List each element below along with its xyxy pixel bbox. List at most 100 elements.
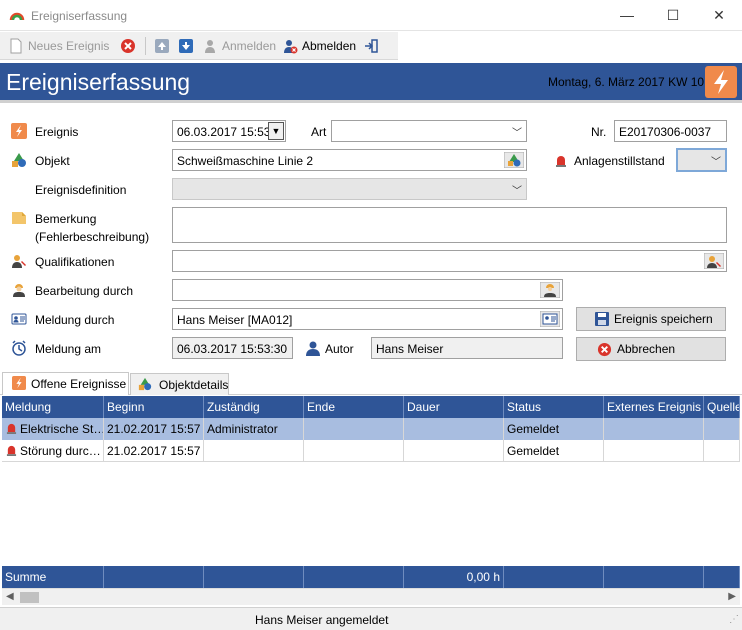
cell-zustaendig <box>204 440 304 462</box>
object-picker-icon[interactable] <box>504 152 524 168</box>
object-shapes-icon <box>138 377 152 391</box>
minimize-button[interactable]: — <box>604 0 650 31</box>
date-picker-icon[interactable]: ▼ <box>268 122 284 140</box>
column-header-beginn[interactable]: Beginn <box>104 396 204 418</box>
arrow-down-icon[interactable] <box>178 38 194 54</box>
object-shapes-icon <box>12 153 26 167</box>
chevron-down-icon: ﹀ <box>711 157 721 168</box>
header-band: Ereigniserfassung Montag, 6. März 2017 K… <box>0 63 742 103</box>
column-header-zustaendig[interactable]: Zuständig <box>204 396 304 418</box>
grid-summary-row: Summe 0,00 h <box>2 566 740 588</box>
cell-quelle <box>704 440 740 462</box>
bemerkung-label: Bemerkung <box>35 212 97 226</box>
user-logout-icon <box>284 40 298 54</box>
window-titlebar: Ereigniserfassung — ☐ ✕ <box>0 0 742 31</box>
delete-icon[interactable] <box>120 38 136 54</box>
resize-grip-icon[interactable]: ⋰ <box>729 614 739 625</box>
bearbeitung-label: Bearbeitung durch <box>35 284 134 298</box>
summary-cell <box>504 566 604 588</box>
nr-value: E20170306-0037 <box>619 125 712 139</box>
toolbar-separator <box>145 37 146 55</box>
lightning-icon <box>12 376 26 390</box>
meldung-am-value: 06.03.2017 15:53:30 <box>177 342 288 356</box>
tab-offene-ereignisse-label: Offene Ereignisse <box>31 377 127 391</box>
new-event-label: Neues Ereignis <box>28 39 110 53</box>
save-event-label: Ereignis speichern <box>614 312 713 326</box>
bearbeitung-field[interactable] <box>172 279 563 301</box>
column-header-status[interactable]: Status <box>504 396 604 418</box>
exit-icon[interactable] <box>363 38 379 54</box>
anlagenstillstand-dropdown[interactable]: ﹀ <box>676 148 727 172</box>
bemerkung-textarea[interactable] <box>172 207 727 243</box>
cell-dauer <box>404 418 504 440</box>
cell-ende <box>304 418 404 440</box>
bemerkung-sublabel: (Fehlerbeschreibung) <box>35 230 150 244</box>
cell-ende <box>304 440 404 462</box>
save-event-button[interactable]: Ereignis speichern <box>576 307 726 331</box>
current-date-label: Montag, 6. März 2017 KW 10 <box>548 75 705 89</box>
cancel-icon <box>597 342 612 357</box>
column-header-meldung[interactable]: Meldung <box>2 396 104 418</box>
autor-value: Hans Meiser <box>376 342 444 356</box>
new-event-button[interactable]: Neues Ereignis <box>8 36 109 56</box>
close-window-button[interactable]: ✕ <box>696 0 742 31</box>
ereignis-datetime-field[interactable]: 06.03.2017 15:53 ▼ <box>172 120 286 142</box>
cell-status: Gemeldet <box>504 440 604 462</box>
cell-meldung: Elektrische St… <box>2 418 104 440</box>
tab-objektdetails[interactable]: Objektdetails <box>130 373 229 395</box>
toolbar: Neues Ereignis Anmelden Abmelden <box>0 32 398 60</box>
summary-cell <box>204 566 304 588</box>
ereignisdefinition-dropdown[interactable]: ﹀ <box>172 178 527 200</box>
cell-dauer <box>404 440 504 462</box>
login-label: Anmelden <box>222 39 277 53</box>
scroll-right-icon[interactable]: ▶ <box>728 591 736 602</box>
user-icon <box>306 341 320 356</box>
chevron-down-icon: ﹀ <box>512 186 522 197</box>
cell-externes-ereignis <box>604 440 704 462</box>
chevron-down-icon: ﹀ <box>512 128 522 139</box>
worker-tools-icon <box>12 255 26 268</box>
lightning-logo-icon <box>705 66 737 98</box>
table-row[interactable]: Störung durc… 21.02.2017 15:57 Gemeldet <box>2 440 740 462</box>
art-dropdown[interactable]: ﹀ <box>331 120 527 142</box>
maximize-button[interactable]: ☐ <box>650 0 696 31</box>
summary-cell <box>704 566 740 588</box>
summary-cell <box>104 566 204 588</box>
worker-picker-icon[interactable] <box>540 282 560 298</box>
cell-externes-ereignis <box>604 418 704 440</box>
cell-beginn: 21.02.2017 15:57 <box>104 440 204 462</box>
logout-button[interactable]: Abmelden <box>282 36 356 56</box>
column-header-externes-ereignis[interactable]: Externes Ereignis <box>604 396 704 418</box>
qualification-picker-icon[interactable] <box>704 253 724 269</box>
cancel-button[interactable]: Abbrechen <box>576 337 726 361</box>
column-header-dauer[interactable]: Dauer <box>404 396 504 418</box>
alarm-light-icon <box>6 423 17 434</box>
scrollbar-thumb[interactable] <box>20 592 39 603</box>
meldung-durch-field[interactable]: Hans Meiser [MA012] <box>172 308 563 330</box>
autor-field[interactable]: Hans Meiser <box>371 337 563 359</box>
tab-strip: Offene Ereignisse Objektdetails <box>0 371 742 395</box>
person-picker-icon[interactable] <box>540 311 560 327</box>
objekt-field[interactable]: Schweißmaschine Linie 2 <box>172 149 527 171</box>
arrow-up-icon[interactable] <box>154 38 170 54</box>
alarm-light-icon <box>556 156 566 167</box>
login-button[interactable]: Anmelden <box>202 36 276 56</box>
cell-status: Gemeldet <box>504 418 604 440</box>
qualifikationen-field[interactable] <box>172 250 727 272</box>
summary-cell <box>604 566 704 588</box>
nr-field[interactable]: E20170306-0037 <box>614 120 727 142</box>
status-text: Hans Meiser angemeldet <box>255 613 389 627</box>
column-header-quelle[interactable]: Quelle <box>704 396 740 418</box>
table-row[interactable]: Elektrische St… 21.02.2017 15:57 Adminis… <box>2 418 740 440</box>
objekt-label: Objekt <box>35 154 70 168</box>
horizontal-scrollbar[interactable]: ◀ ▶ <box>2 588 740 605</box>
meldung-am-field[interactable]: 06.03.2017 15:53:30 <box>172 337 293 359</box>
lightning-icon <box>11 123 27 139</box>
ereignis-datetime-value: 06.03.2017 15:53 <box>177 125 271 139</box>
scroll-left-icon[interactable]: ◀ <box>6 591 14 602</box>
status-bar: Hans Meiser angemeldet ⋰ <box>0 607 742 630</box>
column-header-ende[interactable]: Ende <box>304 396 404 418</box>
tab-offene-ereignisse[interactable]: Offene Ereignisse <box>2 372 129 395</box>
summary-cell <box>304 566 404 588</box>
meldung-durch-label: Meldung durch <box>35 313 115 327</box>
